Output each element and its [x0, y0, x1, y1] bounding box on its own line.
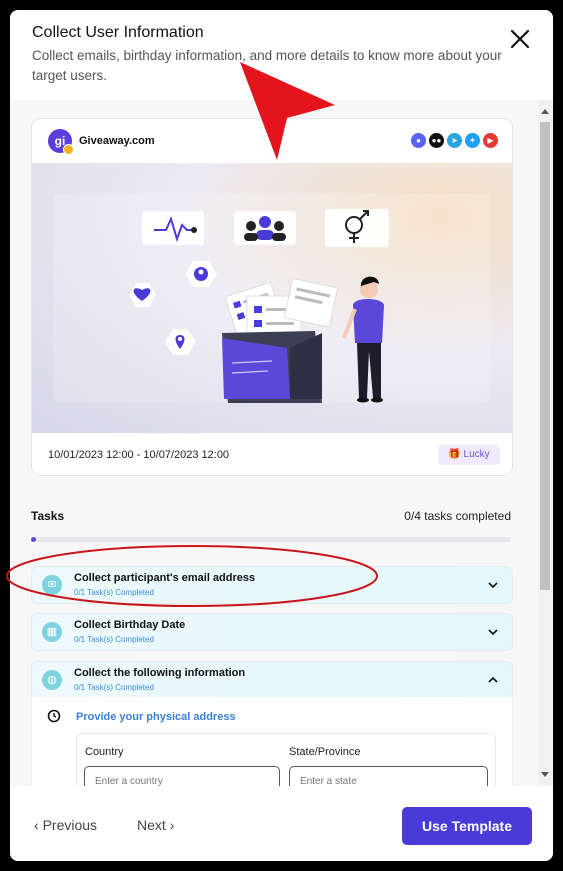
youtube-icon[interactable]: ▶ [483, 133, 498, 148]
previous-label: Previous [42, 817, 98, 833]
tasks-heading: Tasks [31, 509, 65, 523]
state-label: State/Province [289, 746, 361, 758]
task-email[interactable]: ✉ Collect participant's email address 0/… [31, 566, 513, 604]
twitter-icon[interactable]: ✦ [465, 133, 480, 148]
task-name: Collect participant's email address [74, 572, 256, 584]
tasks-count: 0/4 tasks completed [404, 509, 511, 523]
modal-subtitle: Collect emails, birthday information, an… [32, 48, 502, 83]
gift-icon: 🎁 [448, 449, 461, 460]
medium-icon[interactable]: ●● [429, 133, 444, 148]
discord-icon[interactable]: ● [411, 133, 426, 148]
badge-label: Lucky [463, 449, 490, 460]
task-status: 0/1 Task(s) Completed [74, 683, 154, 692]
next-label: Next [137, 817, 166, 833]
task-name: Collect the following information [74, 667, 246, 679]
chevron-left-icon: ‹ [34, 817, 39, 833]
modal-header: Collect User Information Collect emails,… [10, 10, 553, 100]
task-information[interactable]: ◍ Collect the following information 0/1 … [31, 661, 513, 699]
address-form: Country State/Province [76, 733, 496, 786]
brand-logo: gi [48, 129, 74, 155]
task-birthday[interactable]: ▦ Collect Birthday Date 0/1 Task(s) Comp… [31, 613, 513, 651]
task-name: Collect Birthday Date [74, 619, 186, 631]
task-information-body: Provide your physical address Country St… [31, 697, 513, 786]
preview-card: gi Giveaway.com ● ●● ➤ ✦ ▶ 10/01/2023 12… [31, 118, 513, 476]
tasks-progress-fill [31, 537, 36, 542]
hero-illustration [32, 163, 512, 433]
mail-icon: ✉ [42, 575, 62, 595]
modal-title: Collect User Information [32, 24, 204, 41]
brand-dot [63, 144, 74, 155]
brand-name: Giveaway.com [79, 135, 155, 147]
telegram-icon[interactable]: ➤ [447, 133, 462, 148]
data-collection-illustration [54, 193, 490, 403]
scroll-up-arrow-icon[interactable] [541, 109, 549, 114]
social-links: ● ●● ➤ ✦ ▶ [411, 133, 498, 148]
close-icon[interactable] [507, 26, 533, 52]
subtask-title[interactable]: Provide your physical address [76, 711, 236, 723]
country-input[interactable] [84, 766, 280, 786]
cake-icon: ▦ [42, 622, 62, 642]
country-label: Country [85, 746, 124, 758]
task-status: 0/1 Task(s) Completed [74, 588, 154, 597]
globe-icon: ◍ [42, 670, 62, 690]
chevron-right-icon: › [169, 817, 175, 833]
chevron-up-icon[interactable] [486, 673, 500, 687]
chevron-down-icon[interactable] [486, 625, 500, 639]
state-input[interactable] [289, 766, 488, 786]
next-button[interactable]: Next › [137, 817, 174, 833]
lucky-badge: 🎁 Lucky [438, 445, 500, 465]
task-status: 0/1 Task(s) Completed [74, 635, 154, 644]
date-range: 10/01/2023 12:00 - 10/07/2023 12:00 [48, 449, 230, 461]
modal-footer: ‹ Previous Next › Use Template [10, 786, 553, 861]
scroll-down-arrow-icon[interactable] [541, 772, 549, 777]
template-modal: Collect User Information Collect emails,… [10, 10, 553, 861]
scroll-thumb[interactable] [540, 122, 550, 590]
use-template-button[interactable]: Use Template [402, 807, 532, 845]
clock-icon [47, 709, 61, 723]
previous-button[interactable]: ‹ Previous [34, 817, 97, 833]
content-scrollbar[interactable] [538, 100, 552, 786]
chevron-down-icon[interactable] [486, 578, 500, 592]
modal-content[interactable]: gi Giveaway.com ● ●● ➤ ✦ ▶ 10/01/2023 12… [10, 100, 553, 786]
tasks-progress-bar [31, 537, 511, 542]
